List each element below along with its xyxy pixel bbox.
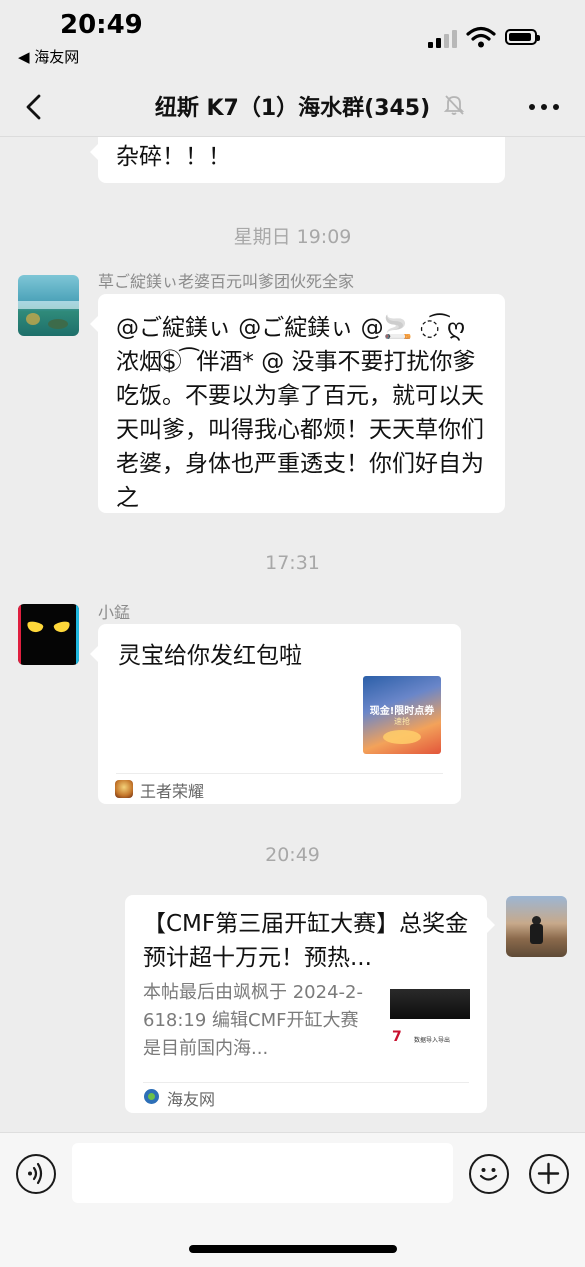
card-source: 王者荣耀 xyxy=(140,782,205,801)
emoji-button[interactable] xyxy=(469,1154,509,1194)
sender-name: 草ご綻鎂ぃ老婆百元叫爹团伙死全家 xyxy=(98,272,355,291)
back-to-app-link[interactable]: ◀ 海友网 xyxy=(18,46,79,67)
card-thumbnail: 现金!限时点券 速抢 xyxy=(363,676,441,754)
mute-bell-icon xyxy=(443,95,465,115)
sender-name: 小錳 xyxy=(98,603,131,622)
thumbnail-subtext: 数据导入导出 xyxy=(414,1037,451,1044)
card-thumbnail: 7 数据导入导出 xyxy=(390,985,470,1057)
voice-input-button[interactable] xyxy=(16,1154,56,1194)
card-title: 灵宝给你发红包啦 xyxy=(118,643,302,669)
timestamp: 20:49 xyxy=(265,844,320,866)
message-input[interactable] xyxy=(72,1143,453,1203)
avatar[interactable] xyxy=(18,275,79,336)
emoji-icon xyxy=(479,1168,498,1181)
message-bubble[interactable]: @ご綻鎂ぃ @ご綻鎂ぃ @🚬 ◌͡ ღ浓烟$ ⃝ ͡ 伴酒* @ 没事不要打扰你… xyxy=(90,294,505,513)
card-description: 本帖最后由飒枫于 2024-2-618:19 编辑CMF开缸大赛是目前国内海..… xyxy=(143,982,363,1059)
status-bar: 20:49 ◀ 海友网 xyxy=(0,0,585,80)
thumbnail-text: 7 xyxy=(392,1029,402,1045)
card-title: 【CMF第三届开缸大赛】总奖金预计超十万元！预热... xyxy=(143,911,469,971)
avatar[interactable] xyxy=(506,896,567,957)
status-time: 20:49 xyxy=(60,10,143,40)
thumbnail-text: 现金!限时点券 xyxy=(369,706,435,717)
plus-icon xyxy=(537,1162,560,1185)
voice-icon xyxy=(28,1162,43,1185)
share-card[interactable]: 【CMF第三届开缸大赛】总奖金预计超十万元！预热... 本帖最后由飒枫于 202… xyxy=(125,895,495,1113)
cellular-signal-icon xyxy=(428,30,458,48)
card-source: 海友网 xyxy=(167,1090,216,1109)
timestamp: 星期日 19:09 xyxy=(233,226,352,248)
message-text: @ご綻鎂ぃ @ご綻鎂ぃ @🚬 ◌͡ ღ浓烟$ ⃝ ͡ 伴酒* @ 没事不要打扰你… xyxy=(116,315,484,511)
message-text: 杂碎！！！ xyxy=(116,144,231,170)
message-list[interactable]: 杂碎！！！ 星期日 19:09 草ご綻鎂ぃ老婆百元叫爹团伙死全家 @ご綻鎂ぃ @… xyxy=(0,137,585,1132)
share-card[interactable]: 灵宝给你发红包啦 现金!限时点券 速抢 王者荣耀 xyxy=(90,624,461,804)
chat-title: 纽斯 K7（1）海水群(345) xyxy=(154,96,431,121)
more-functions-button[interactable] xyxy=(529,1154,569,1194)
wifi-icon xyxy=(466,26,496,48)
timestamp: 17:31 xyxy=(265,552,320,574)
more-options-icon[interactable] xyxy=(527,94,561,120)
message-bubble[interactable]: 杂碎！！！ xyxy=(90,137,505,183)
chat-header: 纽斯 K7（1）海水群(345) xyxy=(0,80,585,137)
avatar[interactable] xyxy=(18,604,79,665)
thumbnail-subtext: 速抢 xyxy=(394,717,410,726)
battery-icon xyxy=(505,29,540,45)
home-indicator xyxy=(189,1245,397,1253)
site-logo-icon xyxy=(144,1089,159,1104)
game-app-icon xyxy=(115,780,133,798)
